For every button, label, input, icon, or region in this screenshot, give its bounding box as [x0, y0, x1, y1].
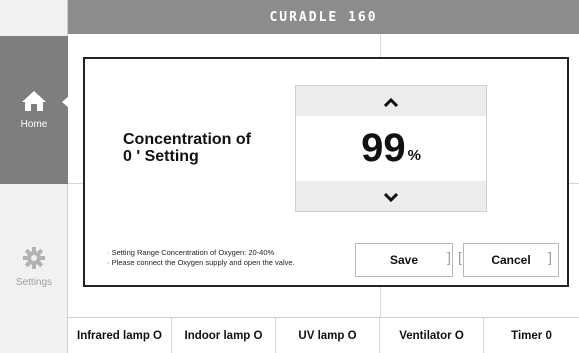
bracket-decoration: ]	[447, 249, 451, 265]
device-toggle-bar: Infrared lamp O Indoor lamp O UV lamp O …	[68, 317, 579, 353]
nav-home[interactable]: Home	[0, 36, 68, 184]
indoor-lamp-toggle[interactable]: Indoor lamp O	[172, 318, 276, 353]
save-button[interactable]: Save	[355, 243, 453, 277]
concentration-value: 99 %	[296, 116, 486, 181]
nav-home-label: Home	[20, 119, 48, 130]
note-line: · Please connect the Oxygen supply and o…	[107, 258, 295, 267]
chevron-up-icon	[383, 92, 399, 111]
bg-divider	[380, 287, 381, 317]
timer-toggle[interactable]: Timer 0	[484, 318, 579, 353]
bg-divider	[380, 34, 381, 57]
header-bar: CURADLE 160	[68, 0, 579, 34]
infrared-lamp-toggle[interactable]: Infrared lamp O	[68, 318, 172, 353]
gear-icon	[22, 246, 46, 274]
increment-button[interactable]	[296, 86, 486, 116]
nav-settings-label: Settings	[15, 277, 53, 288]
setting-notes: · Setting Range Concentration of Oxygen:…	[107, 248, 295, 268]
decrement-button[interactable]	[296, 181, 486, 211]
dialog-title: Concentration of 0 ' Setting	[123, 131, 251, 165]
bracket-decoration: ]	[548, 249, 552, 265]
nav-settings[interactable]: Settings	[0, 232, 68, 302]
bracket-decoration: [	[458, 249, 462, 265]
app-title: CURADLE 160	[269, 9, 378, 25]
cancel-button[interactable]: Cancel	[463, 243, 559, 277]
home-icon	[21, 90, 47, 116]
sidebar: Home Settings	[0, 0, 68, 353]
nav-active-pointer	[62, 96, 69, 108]
value-unit: %	[407, 147, 421, 164]
value-number: 99	[361, 126, 406, 170]
concentration-dialog: Concentration of 0 ' Setting 99 % · Sett…	[83, 57, 569, 287]
note-line: · Setting Range Concentration of Oxygen:…	[107, 248, 275, 257]
uv-lamp-toggle[interactable]: UV lamp O	[276, 318, 380, 353]
ventilator-toggle[interactable]: Ventilator O	[380, 318, 484, 353]
concentration-stepper: 99 %	[295, 85, 487, 212]
chevron-down-icon	[383, 187, 399, 206]
